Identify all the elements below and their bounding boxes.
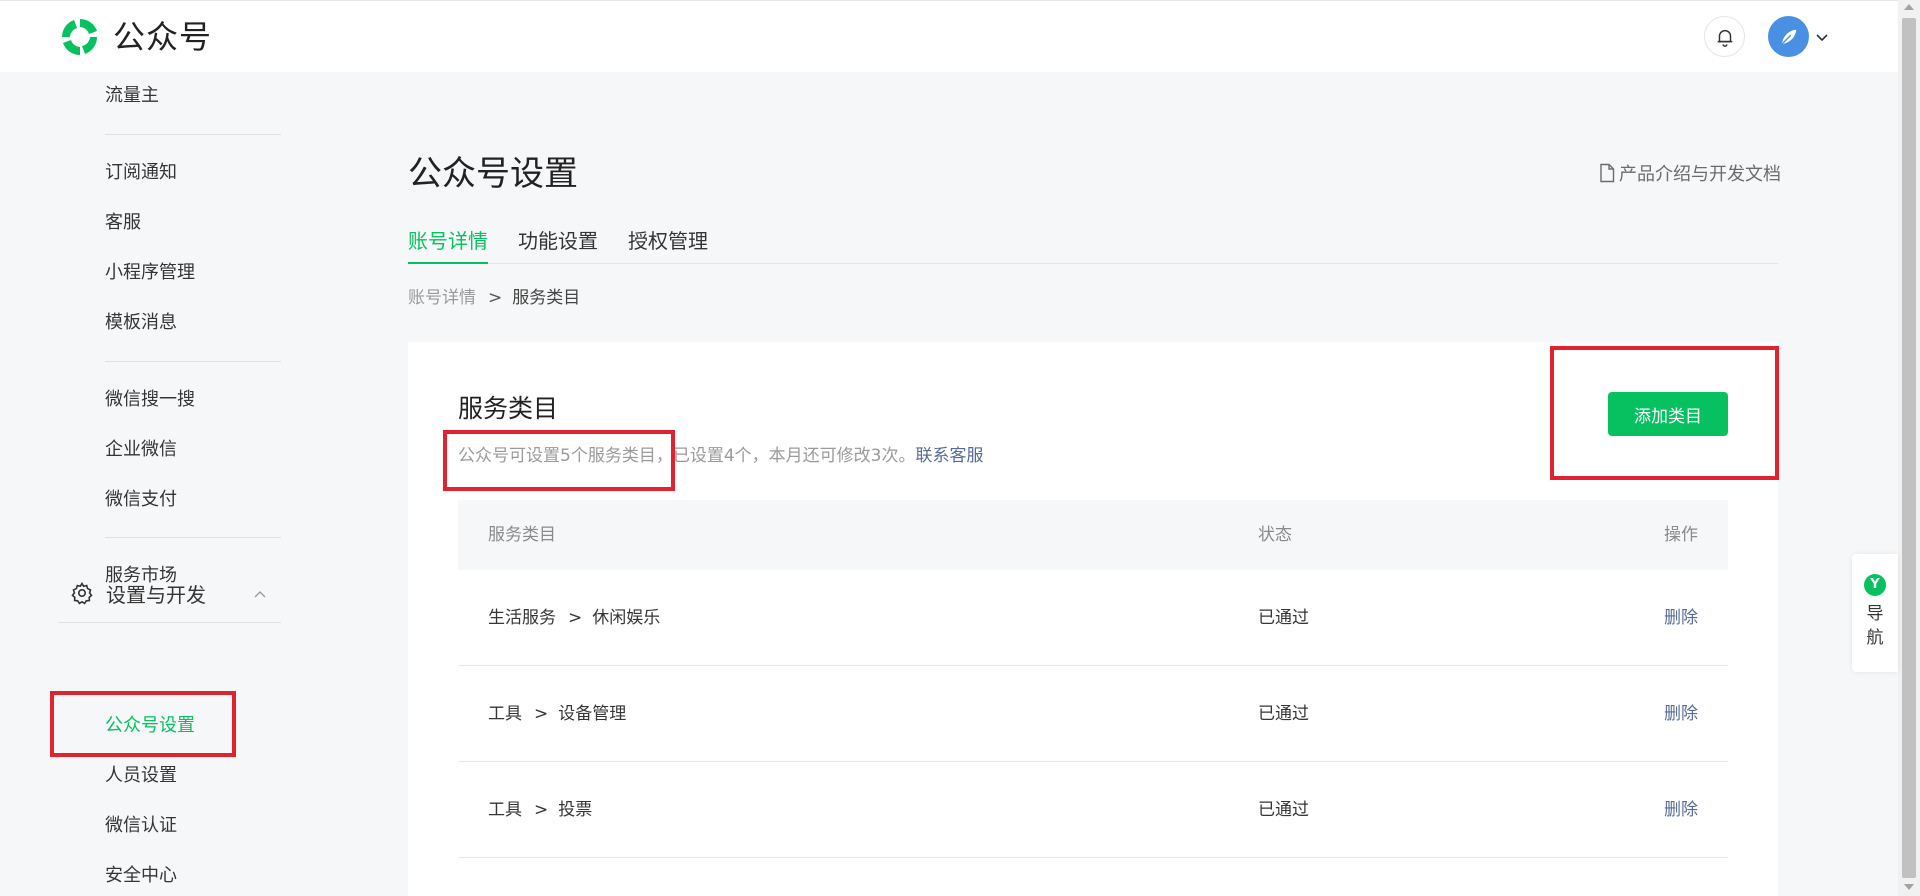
- sidebar-item-member-settings[interactable]: 人员设置: [105, 764, 177, 788]
- gear-icon: [71, 581, 93, 605]
- sidebar-section-settings-dev[interactable]: 设置与开发: [70, 578, 206, 608]
- highlight-box-description: [443, 430, 675, 491]
- category-secondary: 休闲娱乐: [592, 608, 661, 628]
- category-separator: >: [568, 608, 583, 628]
- contact-support-link[interactable]: 联系客服: [915, 446, 983, 466]
- highlight-box-sidebar-item: [50, 691, 236, 757]
- category-primary: 工具: [488, 704, 522, 724]
- sidebar-item-security-center[interactable]: 安全中心: [105, 864, 177, 888]
- breadcrumb-current: 服务类目: [512, 288, 581, 308]
- sidebar-divider: [58, 622, 281, 623]
- sidebar-item-template-message[interactable]: 模板消息: [105, 311, 177, 335]
- sidebar-item-customer-service[interactable]: 客服: [105, 211, 141, 235]
- category-cell: 工具 > 设备管理: [488, 702, 626, 726]
- doc-link[interactable]: 产品介绍与开发文档: [1598, 160, 1781, 186]
- sidebar-divider: [105, 537, 281, 538]
- nav-badge-icon: Y: [1864, 574, 1886, 596]
- table-row: 工具 > 投票 已通过 删除: [458, 762, 1728, 858]
- scroll-down-arrow-icon[interactable]: [1904, 884, 1914, 890]
- tab-bar: 账号详情 功能设置 授权管理: [408, 226, 1778, 264]
- table-row: 工具 > 设备管理 已通过 删除: [458, 666, 1728, 762]
- category-separator: >: [534, 704, 549, 724]
- page-title: 公众号设置: [408, 154, 578, 194]
- category-secondary: 投票: [558, 800, 593, 820]
- category-primary: 工具: [488, 800, 522, 820]
- card-title: 服务类目: [458, 394, 559, 423]
- highlight-box-add-button: [1550, 346, 1779, 480]
- status-cell: 已通过: [1258, 800, 1309, 820]
- doc-link-label: 产品介绍与开发文档: [1619, 164, 1781, 185]
- sidebar-item-wechat-verification[interactable]: 微信认证: [105, 814, 177, 838]
- sidebar-item-subscribe-notice[interactable]: 订阅通知: [105, 161, 177, 185]
- top-bar: 公众号: [0, 0, 1898, 72]
- tab-account-details[interactable]: 账号详情: [408, 226, 488, 264]
- scroll-thumb[interactable]: [1902, 18, 1916, 878]
- column-header-action: 操作: [1664, 525, 1698, 545]
- delete-button[interactable]: 删除: [1664, 606, 1698, 630]
- desc-rest-text: ，已设置4个，本月还可修改3次。: [655, 446, 916, 466]
- sidebar-divider: [105, 361, 281, 362]
- breadcrumb-parent[interactable]: 账号详情: [408, 286, 476, 310]
- column-header-category: 服务类目: [488, 525, 556, 545]
- breadcrumb-separator: >: [488, 288, 503, 308]
- category-cell: 生活服务 > 休闲娱乐: [488, 606, 660, 630]
- chevron-down-icon[interactable]: [1814, 29, 1830, 45]
- sidebar-section-label: 设置与开发: [106, 582, 206, 607]
- chevron-up-icon[interactable]: [252, 586, 268, 602]
- delete-button[interactable]: 删除: [1664, 798, 1698, 822]
- status-cell: 已通过: [1258, 608, 1309, 628]
- leaf-icon: [1780, 29, 1796, 45]
- category-secondary: 设备管理: [558, 704, 627, 724]
- tab-feature-settings[interactable]: 功能设置: [518, 226, 598, 264]
- category-cell: 工具 > 投票: [488, 798, 592, 822]
- sidebar-item-liuliangzhu[interactable]: 流量主: [105, 84, 159, 108]
- sidebar-item-wechat-pay[interactable]: 微信支付: [105, 488, 177, 512]
- wechat-mp-logo-icon[interactable]: [58, 15, 102, 59]
- notification-button[interactable]: [1704, 16, 1745, 57]
- sidebar-item-wecom[interactable]: 企业微信: [105, 438, 177, 462]
- category-table: 服务类目 状态 操作 生活服务 > 休闲娱乐 已通过 删除 工具 > 设备管理 已通过 …: [458, 500, 1728, 858]
- sidebar-item-miniprogram[interactable]: 小程序管理: [105, 261, 195, 285]
- sidebar-item-wechat-search[interactable]: 微信搜一搜: [105, 388, 195, 412]
- scroll-up-arrow-icon[interactable]: [1904, 4, 1914, 10]
- avatar[interactable]: [1768, 16, 1809, 57]
- breadcrumb: 账号详情 > 服务类目: [408, 286, 580, 310]
- column-header-status: 状态: [1258, 525, 1292, 545]
- category-primary: 生活服务: [488, 608, 556, 628]
- delete-button[interactable]: 删除: [1664, 702, 1698, 726]
- floating-nav[interactable]: Y 导航: [1852, 554, 1898, 672]
- status-cell: 已通过: [1258, 704, 1309, 724]
- table-header: 服务类目 状态 操作: [458, 500, 1728, 570]
- category-separator: >: [534, 800, 549, 820]
- logo-text[interactable]: 公众号: [113, 15, 212, 59]
- floating-nav-label: 导航: [1866, 604, 1884, 648]
- tab-authorization[interactable]: 授权管理: [628, 226, 708, 264]
- table-row: 生活服务 > 休闲娱乐 已通过 删除: [458, 570, 1728, 666]
- sidebar-divider: [105, 134, 281, 135]
- scrollbar[interactable]: [1898, 0, 1920, 896]
- document-icon: [1600, 163, 1615, 183]
- bell-icon: [1717, 29, 1732, 47]
